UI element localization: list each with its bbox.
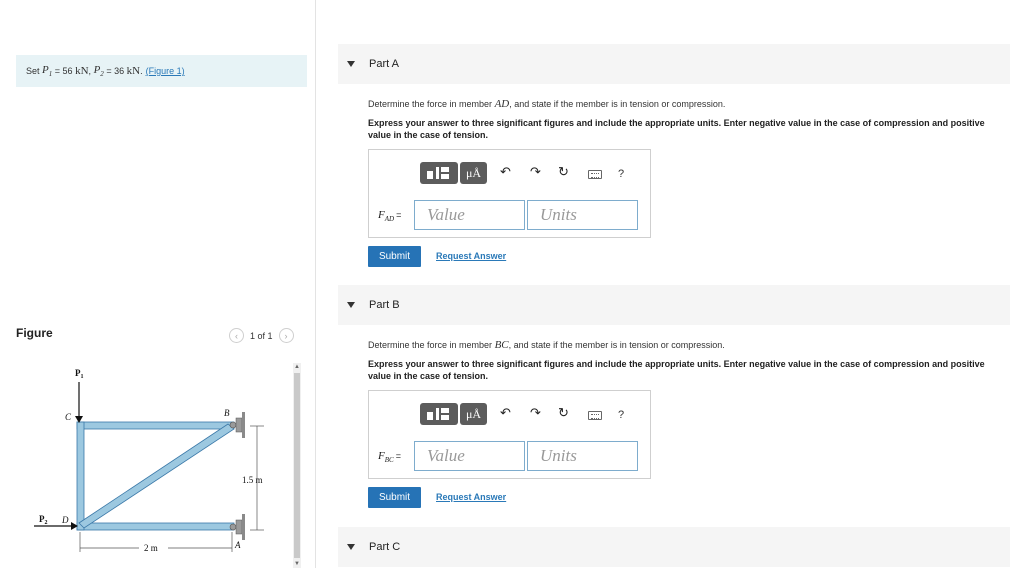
problem-statement: Set P1 = 56 kN , P2 = 36 kN . (Figure 1) [16,55,307,87]
request-answer-link[interactable]: Request Answer [436,492,506,502]
templates-icon[interactable] [420,403,458,425]
truss-figure: P1 P2 C D B A 1.5 m 2 m [34,368,264,553]
p2-value: = 36 [106,66,125,76]
undo-icon[interactable]: ↶ [500,165,511,179]
part-a-header[interactable]: Part A [338,44,1010,84]
figure-pager: ‹ 1 of 1 › [229,328,294,343]
redo-icon[interactable]: ↷ [530,406,541,420]
templates-icon[interactable] [420,162,458,184]
support-b [229,412,245,438]
part-a-label: Part A [369,58,399,70]
part-b-instructions: Express your answer to three significant… [368,359,985,381]
part-b-label: Part B [369,299,400,311]
request-answer-link[interactable]: Request Answer [436,251,506,261]
scroll-down-icon[interactable]: ▼ [293,560,301,568]
label-height: 1.5 m [242,475,263,485]
label-c: C [65,412,72,422]
part-c-header[interactable]: Part C [338,527,1010,567]
p1-unit: kN [75,65,89,77]
label-b: B [224,408,230,418]
collapse-triangle-icon [347,544,355,550]
units-symbol-button[interactable]: μÅ [460,403,487,425]
chevron-left-icon[interactable]: ‹ [229,328,244,343]
label-width: 2 m [144,543,158,553]
part-a-question: Determine the force in member AD, and st… [368,98,726,110]
units-input[interactable]: Units [527,441,638,471]
figure-title: Figure [16,326,53,340]
scroll-up-icon[interactable]: ▲ [293,363,301,371]
help-icon[interactable]: ? [618,168,624,180]
pager-text: 1 of 1 [250,330,273,341]
keyboard-icon[interactable] [588,411,602,420]
units-symbol-button[interactable]: μÅ [460,162,487,184]
submit-button[interactable]: Submit [368,246,421,267]
left-panel: Set P1 = 56 kN , P2 = 36 kN . (Figure 1)… [0,0,316,568]
figure-link[interactable]: (Figure 1) [146,66,185,76]
label-a: A [234,540,241,550]
chevron-right-icon[interactable]: › [278,328,294,343]
label-p2: P2 [39,514,48,526]
part-c-label: Part C [369,541,401,553]
undo-icon[interactable]: ↶ [500,406,511,420]
member-cb [76,421,235,430]
label-p1: P1 [75,368,84,380]
member-da [76,522,235,531]
var-label-fbc: FBC = [378,450,401,465]
part-a-instructions: Express your answer to three significant… [368,118,985,140]
member-ad: AD [494,98,510,110]
p1-symbol: P1 [42,63,53,79]
p2-unit: kN [126,65,141,77]
collapse-triangle-icon [347,302,355,308]
part-b-header[interactable]: Part B [338,285,1010,325]
collapse-triangle-icon [347,61,355,67]
member-bc: BC [494,339,509,351]
part-b-answer-box: μÅ ↶ ↷ ↻ ? FBC = Value Units [368,390,651,479]
reset-icon[interactable]: ↻ [558,165,569,179]
var-label-fad: FAD = [378,209,402,224]
problem-prefix: Set [26,66,40,76]
p2-symbol: P2 [93,63,104,79]
submit-button[interactable]: Submit [368,487,421,508]
label-d: D [61,515,69,525]
part-a-answer-box: μÅ ↶ ↷ ↻ ? FAD = Value Units [368,149,651,238]
value-input[interactable]: Value [414,200,525,230]
figure-scrollbar[interactable]: ▲ ▼ [293,363,301,568]
value-input[interactable]: Value [414,441,525,471]
keyboard-icon[interactable] [588,170,602,179]
units-input[interactable]: Units [527,200,638,230]
redo-icon[interactable]: ↷ [530,165,541,179]
help-icon[interactable]: ? [618,409,624,421]
scroll-thumb[interactable] [294,373,300,558]
reset-icon[interactable]: ↻ [558,406,569,420]
member-db [78,423,235,529]
part-b-question: Determine the force in member BC, and st… [368,339,725,351]
member-cd [76,421,85,531]
p1-value: = 56 [54,66,73,76]
